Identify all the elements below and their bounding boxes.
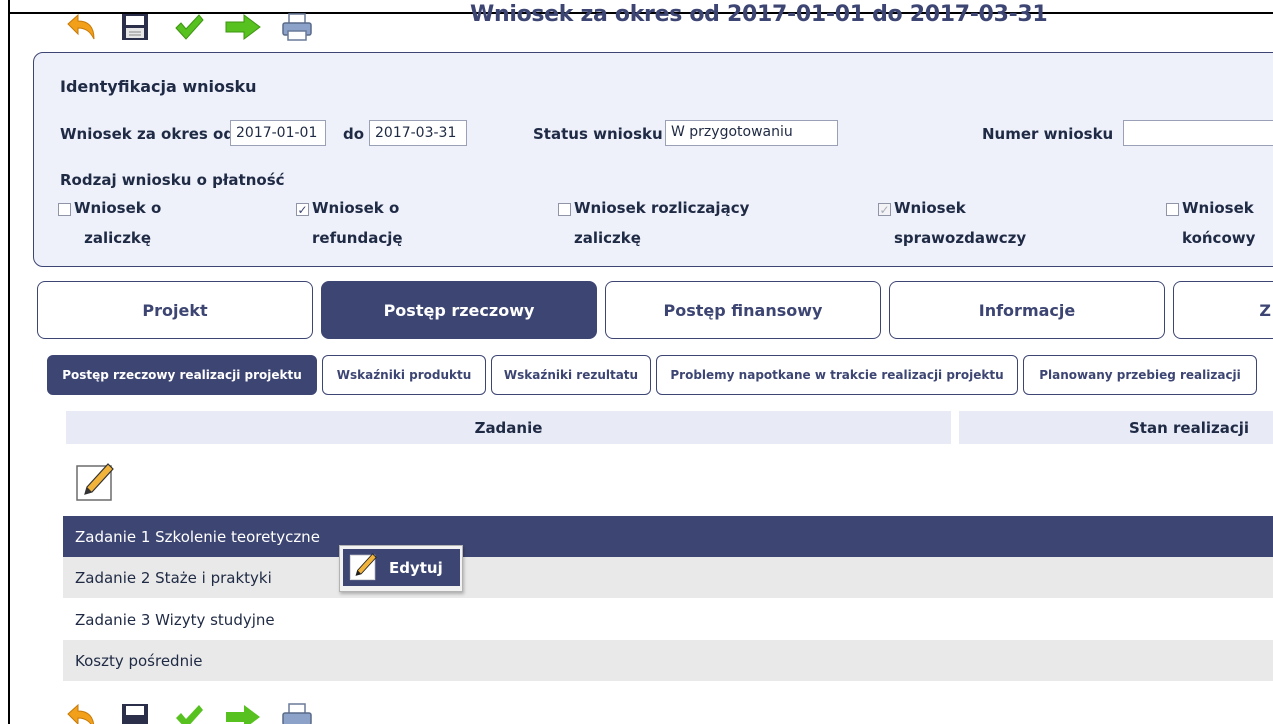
task-label: Zadanie 1 Szkolenie teoretyczne	[75, 527, 320, 546]
tab-projekt[interactable]: Projekt	[37, 281, 313, 339]
type-refund-line2: refundację	[312, 229, 403, 247]
subtab-planned-schedule[interactable]: Planowany przebieg realizacji	[1023, 355, 1257, 395]
subtab-result-indicators[interactable]: Wskaźniki rezultatu	[491, 355, 651, 395]
type-final-checkbox[interactable]: Wniosek końcowy	[1166, 199, 1256, 253]
edit-menu-item[interactable]: Edytuj	[343, 549, 460, 586]
type-report-checkbox: ✓ Wniosek sprawozdawczy	[878, 199, 1027, 253]
subtab-progress[interactable]: Postęp rzeczowy realizacji projektu	[47, 355, 317, 395]
checkbox-box-disabled: ✓	[878, 202, 891, 217]
tab-postep-rzeczowy[interactable]: Postęp rzeczowy	[321, 281, 597, 339]
task-label: Koszty pośrednie	[75, 651, 203, 670]
pencil-icon[interactable]	[75, 460, 117, 502]
task-label: Zadanie 2 Staże i praktyki	[75, 568, 272, 587]
pencil-icon	[349, 551, 379, 585]
page-title: Wniosek za okres od 2017-01-01 do 2017-0…	[470, 2, 1048, 27]
type-final-line1: Wniosek	[1182, 199, 1254, 217]
table-row[interactable]: Zadanie 1 Szkolenie teoretyczne	[63, 516, 1273, 557]
type-advance-line2: zaliczkę	[84, 229, 152, 247]
window-frame-left	[8, 0, 10, 724]
period-from-label: Wniosek za okres od	[60, 125, 235, 143]
send-icon[interactable]	[224, 700, 262, 724]
undo-icon[interactable]	[62, 700, 100, 724]
type-label: Rodzaj wniosku o płatność	[60, 171, 285, 189]
column-header-status: Stan realizacji	[959, 411, 1273, 444]
check-icon[interactable]	[170, 10, 208, 44]
table-row[interactable]: Koszty pośrednie	[63, 640, 1273, 681]
task-label: Zadanie 3 Wizyty studyjne	[75, 610, 275, 629]
edit-label: Edytuj	[389, 558, 443, 577]
checkbox-box[interactable]	[1166, 203, 1179, 216]
tab-informacje[interactable]: Informacje	[889, 281, 1165, 339]
status-label: Status wniosku	[533, 125, 663, 143]
save-icon[interactable]	[116, 700, 154, 724]
checkbox-box-checked[interactable]: ✓	[296, 203, 309, 216]
type-settlement-line2: zaliczkę	[574, 229, 641, 247]
type-advance-line1: Wniosek o	[74, 199, 162, 217]
undo-icon[interactable]	[62, 10, 100, 44]
tab-truncated[interactable]: Z	[1173, 281, 1273, 339]
identification-title: Identyfikacja wniosku	[60, 77, 257, 96]
table-row[interactable]: Zadanie 2 Staże i praktyki	[63, 557, 1273, 598]
period-to-label: do	[343, 125, 365, 143]
table-row[interactable]: Zadanie 3 Wizyty studyjne	[63, 599, 1273, 640]
number-label: Numer wniosku	[982, 125, 1114, 143]
number-field[interactable]	[1123, 120, 1273, 146]
subtab-problems[interactable]: Problemy napotkane w trakcie realizacji …	[656, 355, 1018, 395]
subtab-product-indicators[interactable]: Wskaźniki produktu	[322, 355, 486, 395]
top-toolbar	[62, 10, 316, 44]
send-icon[interactable]	[224, 10, 262, 44]
type-refund-checkbox[interactable]: ✓ Wniosek o refundację	[296, 199, 403, 253]
type-settlement-checkbox[interactable]: Wniosek rozliczający zaliczkę	[558, 199, 750, 253]
status-field: W przygotowaniu	[665, 120, 838, 146]
bottom-toolbar	[62, 700, 316, 724]
print-icon[interactable]	[278, 700, 316, 724]
column-header-task: Zadanie	[66, 411, 951, 444]
print-icon[interactable]	[278, 10, 316, 44]
type-final-line2: końcowy	[1182, 229, 1256, 247]
context-menu: Edytuj	[339, 545, 463, 592]
type-refund-line1: Wniosek o	[312, 199, 400, 217]
type-report-line1: Wniosek	[894, 199, 966, 217]
save-icon[interactable]	[116, 10, 154, 44]
period-from-field[interactable]	[230, 120, 326, 146]
type-settlement-line1: Wniosek rozliczający	[574, 199, 750, 217]
checkbox-box[interactable]	[58, 203, 71, 216]
type-advance-checkbox[interactable]: Wniosek o zaliczkę	[58, 199, 162, 253]
type-report-line2: sprawozdawczy	[894, 229, 1027, 247]
tab-postep-finansowy[interactable]: Postęp finansowy	[605, 281, 881, 339]
check-icon[interactable]	[170, 700, 208, 724]
period-to-field[interactable]	[369, 120, 467, 146]
checkbox-box[interactable]	[558, 203, 571, 216]
